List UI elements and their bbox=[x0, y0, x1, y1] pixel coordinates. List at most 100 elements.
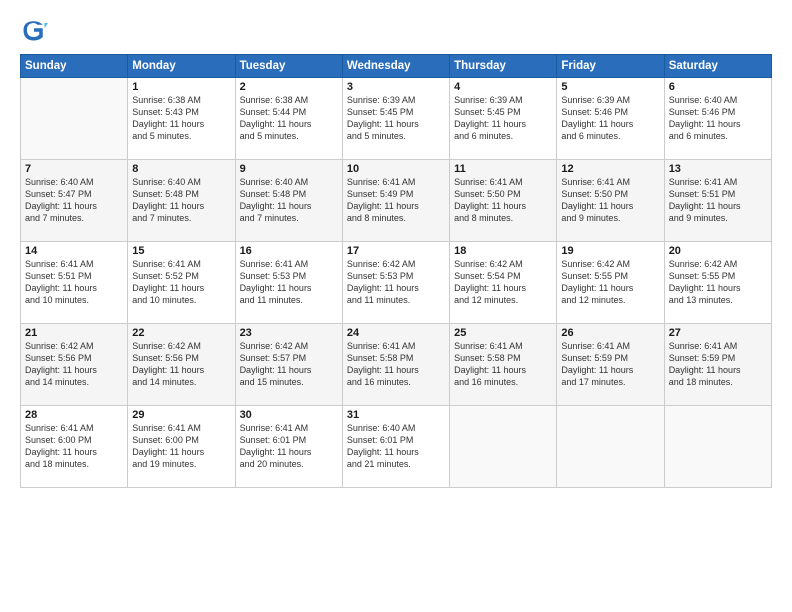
cell-info: Sunrise: 6:38 AM Sunset: 5:44 PM Dayligh… bbox=[240, 94, 338, 143]
calendar-cell: 27Sunrise: 6:41 AM Sunset: 5:59 PM Dayli… bbox=[664, 324, 771, 406]
cell-info: Sunrise: 6:41 AM Sunset: 5:58 PM Dayligh… bbox=[454, 340, 552, 389]
cell-info: Sunrise: 6:41 AM Sunset: 5:52 PM Dayligh… bbox=[132, 258, 230, 307]
calendar-cell: 18Sunrise: 6:42 AM Sunset: 5:54 PM Dayli… bbox=[450, 242, 557, 324]
cell-info: Sunrise: 6:41 AM Sunset: 5:50 PM Dayligh… bbox=[454, 176, 552, 225]
week-row-2: 7Sunrise: 6:40 AM Sunset: 5:47 PM Daylig… bbox=[21, 160, 772, 242]
calendar-cell: 8Sunrise: 6:40 AM Sunset: 5:48 PM Daylig… bbox=[128, 160, 235, 242]
calendar-cell: 16Sunrise: 6:41 AM Sunset: 5:53 PM Dayli… bbox=[235, 242, 342, 324]
calendar-cell: 19Sunrise: 6:42 AM Sunset: 5:55 PM Dayli… bbox=[557, 242, 664, 324]
cell-info: Sunrise: 6:39 AM Sunset: 5:46 PM Dayligh… bbox=[561, 94, 659, 143]
header-day-thursday: Thursday bbox=[450, 55, 557, 78]
week-row-5: 28Sunrise: 6:41 AM Sunset: 6:00 PM Dayli… bbox=[21, 406, 772, 488]
calendar-cell: 6Sunrise: 6:40 AM Sunset: 5:46 PM Daylig… bbox=[664, 78, 771, 160]
cell-info: Sunrise: 6:41 AM Sunset: 5:51 PM Dayligh… bbox=[669, 176, 767, 225]
cell-info: Sunrise: 6:42 AM Sunset: 5:56 PM Dayligh… bbox=[25, 340, 123, 389]
cell-info: Sunrise: 6:41 AM Sunset: 5:51 PM Dayligh… bbox=[25, 258, 123, 307]
calendar-cell bbox=[450, 406, 557, 488]
calendar-cell: 30Sunrise: 6:41 AM Sunset: 6:01 PM Dayli… bbox=[235, 406, 342, 488]
calendar-cell: 21Sunrise: 6:42 AM Sunset: 5:56 PM Dayli… bbox=[21, 324, 128, 406]
day-number: 23 bbox=[240, 327, 338, 339]
cell-info: Sunrise: 6:39 AM Sunset: 5:45 PM Dayligh… bbox=[454, 94, 552, 143]
day-number: 31 bbox=[347, 409, 445, 421]
day-number: 20 bbox=[669, 245, 767, 257]
day-number: 25 bbox=[454, 327, 552, 339]
header-day-wednesday: Wednesday bbox=[342, 55, 449, 78]
calendar-cell bbox=[664, 406, 771, 488]
day-number: 22 bbox=[132, 327, 230, 339]
day-number: 2 bbox=[240, 81, 338, 93]
cell-info: Sunrise: 6:38 AM Sunset: 5:43 PM Dayligh… bbox=[132, 94, 230, 143]
calendar-cell: 9Sunrise: 6:40 AM Sunset: 5:48 PM Daylig… bbox=[235, 160, 342, 242]
day-number: 5 bbox=[561, 81, 659, 93]
cell-info: Sunrise: 6:42 AM Sunset: 5:55 PM Dayligh… bbox=[561, 258, 659, 307]
header bbox=[20, 16, 772, 44]
calendar-cell: 29Sunrise: 6:41 AM Sunset: 6:00 PM Dayli… bbox=[128, 406, 235, 488]
cell-info: Sunrise: 6:42 AM Sunset: 5:54 PM Dayligh… bbox=[454, 258, 552, 307]
calendar-cell: 24Sunrise: 6:41 AM Sunset: 5:58 PM Dayli… bbox=[342, 324, 449, 406]
week-row-1: 1Sunrise: 6:38 AM Sunset: 5:43 PM Daylig… bbox=[21, 78, 772, 160]
calendar-cell: 1Sunrise: 6:38 AM Sunset: 5:43 PM Daylig… bbox=[128, 78, 235, 160]
calendar-cell: 13Sunrise: 6:41 AM Sunset: 5:51 PM Dayli… bbox=[664, 160, 771, 242]
day-number: 21 bbox=[25, 327, 123, 339]
cell-info: Sunrise: 6:41 AM Sunset: 5:53 PM Dayligh… bbox=[240, 258, 338, 307]
day-number: 19 bbox=[561, 245, 659, 257]
day-number: 24 bbox=[347, 327, 445, 339]
logo bbox=[20, 16, 52, 44]
logo-icon bbox=[20, 16, 48, 44]
calendar-cell: 20Sunrise: 6:42 AM Sunset: 5:55 PM Dayli… bbox=[664, 242, 771, 324]
calendar-cell: 7Sunrise: 6:40 AM Sunset: 5:47 PM Daylig… bbox=[21, 160, 128, 242]
calendar-cell: 26Sunrise: 6:41 AM Sunset: 5:59 PM Dayli… bbox=[557, 324, 664, 406]
day-number: 17 bbox=[347, 245, 445, 257]
day-number: 4 bbox=[454, 81, 552, 93]
week-row-4: 21Sunrise: 6:42 AM Sunset: 5:56 PM Dayli… bbox=[21, 324, 772, 406]
header-day-monday: Monday bbox=[128, 55, 235, 78]
cell-info: Sunrise: 6:40 AM Sunset: 5:46 PM Dayligh… bbox=[669, 94, 767, 143]
page: SundayMondayTuesdayWednesdayThursdayFrid… bbox=[0, 0, 792, 498]
cell-info: Sunrise: 6:41 AM Sunset: 5:58 PM Dayligh… bbox=[347, 340, 445, 389]
day-number: 12 bbox=[561, 163, 659, 175]
day-number: 8 bbox=[132, 163, 230, 175]
header-row: SundayMondayTuesdayWednesdayThursdayFrid… bbox=[21, 55, 772, 78]
day-number: 15 bbox=[132, 245, 230, 257]
day-number: 9 bbox=[240, 163, 338, 175]
calendar-cell: 14Sunrise: 6:41 AM Sunset: 5:51 PM Dayli… bbox=[21, 242, 128, 324]
day-number: 3 bbox=[347, 81, 445, 93]
calendar-cell bbox=[21, 78, 128, 160]
calendar-cell: 3Sunrise: 6:39 AM Sunset: 5:45 PM Daylig… bbox=[342, 78, 449, 160]
calendar-cell: 17Sunrise: 6:42 AM Sunset: 5:53 PM Dayli… bbox=[342, 242, 449, 324]
day-number: 10 bbox=[347, 163, 445, 175]
cell-info: Sunrise: 6:41 AM Sunset: 5:59 PM Dayligh… bbox=[561, 340, 659, 389]
cell-info: Sunrise: 6:41 AM Sunset: 5:49 PM Dayligh… bbox=[347, 176, 445, 225]
cell-info: Sunrise: 6:41 AM Sunset: 5:50 PM Dayligh… bbox=[561, 176, 659, 225]
day-number: 29 bbox=[132, 409, 230, 421]
cell-info: Sunrise: 6:40 AM Sunset: 5:48 PM Dayligh… bbox=[132, 176, 230, 225]
calendar-cell: 12Sunrise: 6:41 AM Sunset: 5:50 PM Dayli… bbox=[557, 160, 664, 242]
cell-info: Sunrise: 6:41 AM Sunset: 6:00 PM Dayligh… bbox=[132, 422, 230, 471]
cell-info: Sunrise: 6:42 AM Sunset: 5:56 PM Dayligh… bbox=[132, 340, 230, 389]
calendar-cell: 28Sunrise: 6:41 AM Sunset: 6:00 PM Dayli… bbox=[21, 406, 128, 488]
calendar-cell: 31Sunrise: 6:40 AM Sunset: 6:01 PM Dayli… bbox=[342, 406, 449, 488]
calendar-table: SundayMondayTuesdayWednesdayThursdayFrid… bbox=[20, 54, 772, 488]
week-row-3: 14Sunrise: 6:41 AM Sunset: 5:51 PM Dayli… bbox=[21, 242, 772, 324]
header-day-sunday: Sunday bbox=[21, 55, 128, 78]
calendar-cell: 11Sunrise: 6:41 AM Sunset: 5:50 PM Dayli… bbox=[450, 160, 557, 242]
cell-info: Sunrise: 6:42 AM Sunset: 5:53 PM Dayligh… bbox=[347, 258, 445, 307]
header-day-friday: Friday bbox=[557, 55, 664, 78]
cell-info: Sunrise: 6:42 AM Sunset: 5:55 PM Dayligh… bbox=[669, 258, 767, 307]
cell-info: Sunrise: 6:41 AM Sunset: 6:00 PM Dayligh… bbox=[25, 422, 123, 471]
day-number: 18 bbox=[454, 245, 552, 257]
day-number: 13 bbox=[669, 163, 767, 175]
cell-info: Sunrise: 6:42 AM Sunset: 5:57 PM Dayligh… bbox=[240, 340, 338, 389]
calendar-cell: 5Sunrise: 6:39 AM Sunset: 5:46 PM Daylig… bbox=[557, 78, 664, 160]
calendar-cell: 23Sunrise: 6:42 AM Sunset: 5:57 PM Dayli… bbox=[235, 324, 342, 406]
calendar-cell: 25Sunrise: 6:41 AM Sunset: 5:58 PM Dayli… bbox=[450, 324, 557, 406]
calendar-cell: 22Sunrise: 6:42 AM Sunset: 5:56 PM Dayli… bbox=[128, 324, 235, 406]
calendar-cell: 10Sunrise: 6:41 AM Sunset: 5:49 PM Dayli… bbox=[342, 160, 449, 242]
cell-info: Sunrise: 6:39 AM Sunset: 5:45 PM Dayligh… bbox=[347, 94, 445, 143]
day-number: 14 bbox=[25, 245, 123, 257]
cell-info: Sunrise: 6:40 AM Sunset: 5:48 PM Dayligh… bbox=[240, 176, 338, 225]
day-number: 1 bbox=[132, 81, 230, 93]
day-number: 27 bbox=[669, 327, 767, 339]
day-number: 7 bbox=[25, 163, 123, 175]
header-day-tuesday: Tuesday bbox=[235, 55, 342, 78]
